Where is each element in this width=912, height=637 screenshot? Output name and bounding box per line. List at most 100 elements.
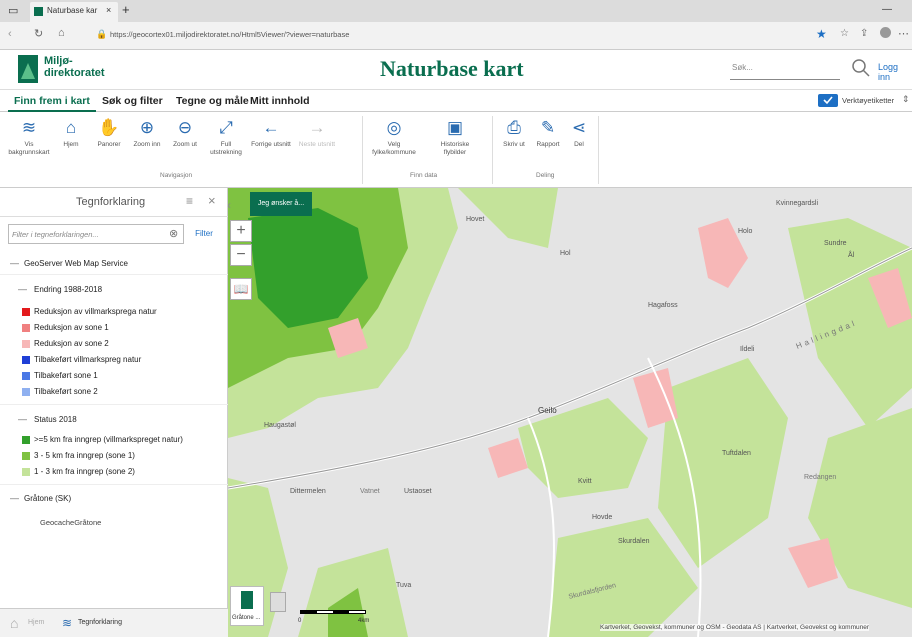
browser-tab[interactable]: Naturbase kar × xyxy=(30,2,118,22)
collapse-group-icon[interactable]: — xyxy=(10,493,19,503)
app-header: Miljø- direktoratet Naturbase kart Søk..… xyxy=(0,50,912,90)
tab-tegne-male[interactable]: Tegne og måle xyxy=(170,90,255,112)
map-view[interactable]: Hovet Hol Holo Sundre Ål Hagafoss Ildeli… xyxy=(228,188,912,637)
tab-sok-filter[interactable]: Søk og filter xyxy=(96,90,169,112)
collapse-group-icon[interactable]: — xyxy=(18,414,27,424)
toolbar-toggle[interactable] xyxy=(818,94,838,107)
overview-map-icon[interactable] xyxy=(270,592,286,612)
share-icon: ⋖ xyxy=(571,118,587,137)
tab-switcher-icon[interactable]: ▭ xyxy=(8,4,18,17)
minimize-icon[interactable]: — xyxy=(882,4,892,15)
favorite-star-icon[interactable]: ★ xyxy=(816,27,827,41)
clear-filter-icon[interactable]: ⊗ xyxy=(169,227,178,240)
zoom-out-map-button[interactable]: − xyxy=(230,244,252,266)
home-tab-icon[interactable]: ⌂ xyxy=(10,615,18,631)
previous-extent-button[interactable]: ← Forrige utsnitt xyxy=(250,118,292,168)
back-icon[interactable]: ‹ xyxy=(8,28,12,40)
home-label: Hjem xyxy=(63,141,79,148)
login-link[interactable]: Logg inn xyxy=(878,62,912,82)
legend-swatch xyxy=(22,356,30,364)
collapse-icon[interactable]: ⇕ xyxy=(902,94,910,105)
tab-home[interactable]: Hjem xyxy=(28,619,44,626)
new-tab-icon[interactable]: + xyxy=(122,2,130,17)
i-want-to-button[interactable]: Jeg ønsker å... xyxy=(250,192,312,216)
zoom-in-map-button[interactable]: + xyxy=(230,220,252,242)
home-button[interactable]: ⌂ Hjem xyxy=(54,118,88,168)
historical-photos-button[interactable]: ▣ Historiske flybilder xyxy=(430,118,480,168)
tab-close-icon[interactable]: × xyxy=(106,5,111,15)
report-icon: ✎ xyxy=(540,118,556,137)
panel-title: Tegnforklaring xyxy=(76,196,146,208)
tab-finn-frem[interactable]: Finn frem i kart xyxy=(8,90,96,112)
report-button[interactable]: ✎ Rapport xyxy=(532,118,564,168)
place-label: Ustaoset xyxy=(404,488,432,495)
select-municipality-label: Velg fylke/kommune xyxy=(372,141,416,156)
zoom-in-button[interactable]: ⊕ Zoom inn xyxy=(130,118,164,168)
scale-start: 0 xyxy=(298,618,302,624)
ribbon-separator xyxy=(492,116,493,184)
legend-tab-icon[interactable]: ≋ xyxy=(62,616,72,630)
basemap-icon xyxy=(241,591,253,609)
search-icon[interactable] xyxy=(852,59,870,77)
map-attribution: Kartverket, Geovekst, kommuner og OSM - … xyxy=(600,624,870,631)
place-label: Hovde xyxy=(592,514,613,521)
home-icon: ⌂ xyxy=(65,118,77,137)
place-label: Dittermelen xyxy=(290,488,326,495)
next-extent-button[interactable]: → Neste utsnitt xyxy=(296,118,338,168)
tab-legend[interactable]: Tegnforklaring xyxy=(78,619,122,626)
tab-mitt-innhold[interactable]: Mitt innhold xyxy=(244,90,315,112)
arrow-left-icon: ← xyxy=(262,118,280,137)
toolbar-toggle-label: Verktøyetiketter xyxy=(842,96,895,105)
group-label-data: Finn data xyxy=(410,172,438,179)
zoom-out-button[interactable]: ⊖ Zoom ut xyxy=(168,118,202,168)
panel-menu-icon[interactable]: ≡ xyxy=(186,194,193,208)
full-extent-button[interactable]: ⤢ Full utstrekning xyxy=(206,118,246,168)
legend-item: Reduksjon av villmarksprega natur xyxy=(34,307,157,316)
legend-filter-input[interactable]: Filter i tegneforklaringen... ⊗ xyxy=(8,224,184,244)
panel-close-icon[interactable]: × xyxy=(208,193,216,208)
logo-line1: Miljø- xyxy=(44,55,73,67)
collapse-group-icon[interactable]: — xyxy=(18,284,27,294)
refresh-icon[interactable]: ↻ xyxy=(34,27,43,40)
legend-item: Tilbakeført sone 1 xyxy=(34,371,98,380)
pan-button[interactable]: ✋ Panorer xyxy=(92,118,126,168)
legend-item: 3 - 5 km fra inngrep (sone 1) xyxy=(34,451,135,460)
place-label: Hol xyxy=(560,250,571,257)
legend-item: >=5 km fra inngrep (villmarkspreget natu… xyxy=(34,435,183,444)
search-input[interactable]: Søk... xyxy=(730,58,840,80)
url-text: https://geocortex01.miljodirektoratet.no… xyxy=(110,30,350,39)
basemap-button[interactable]: ≋ Vis bakgrunnskart xyxy=(8,118,50,168)
zoom-in-icon: ⊕ xyxy=(139,118,155,137)
home-icon[interactable]: ⌂ xyxy=(58,27,65,39)
profile-avatar[interactable] xyxy=(880,27,891,38)
tab-title: Naturbase kar xyxy=(47,6,98,15)
legend-item: GeocacheGråtone xyxy=(40,518,102,527)
legend-swatch xyxy=(22,324,30,332)
reading-list-icon[interactable]: ☆ xyxy=(840,28,849,39)
logo-icon xyxy=(18,55,38,83)
place-label: Ildeli xyxy=(740,346,755,353)
share-button[interactable]: ⋖ Del xyxy=(566,118,592,168)
bookmark-book-icon[interactable]: 📖 xyxy=(230,278,252,300)
print-button[interactable]: ⎙ Skriv ut xyxy=(498,118,530,168)
collapse-service-icon[interactable]: — xyxy=(10,258,19,268)
share-icon[interactable]: ⇪ xyxy=(860,28,868,39)
legend-swatch xyxy=(22,340,30,348)
more-menu-icon[interactable]: ⋯ xyxy=(898,27,909,40)
basemap-toggle[interactable]: Gråtone ... xyxy=(230,586,264,626)
pan-label: Panorer xyxy=(97,141,121,148)
place-label: Kvinnegardsli xyxy=(776,200,819,207)
filter-button[interactable]: Filter xyxy=(188,224,220,244)
place-label: Sundre xyxy=(824,240,847,247)
previous-extent-label: Forrige utsnitt xyxy=(251,141,291,148)
legend-swatch xyxy=(22,372,30,380)
collapse-panel-icon[interactable]: ‹ xyxy=(228,198,237,218)
legend-swatch xyxy=(22,436,30,444)
full-extent-label: Full utstrekning xyxy=(210,141,242,156)
select-municipality-button[interactable]: ◎ Velg fylke/kommune xyxy=(370,118,418,168)
url-field[interactable]: 🔒 https://geocortex01.miljodirektoratet.… xyxy=(96,26,796,46)
arrow-right-icon: → xyxy=(308,118,326,137)
historical-photos-label: Historiske flybilder xyxy=(440,141,470,156)
zoom-in-label: Zoom inn xyxy=(133,141,161,148)
place-label: Hagafoss xyxy=(648,302,678,309)
